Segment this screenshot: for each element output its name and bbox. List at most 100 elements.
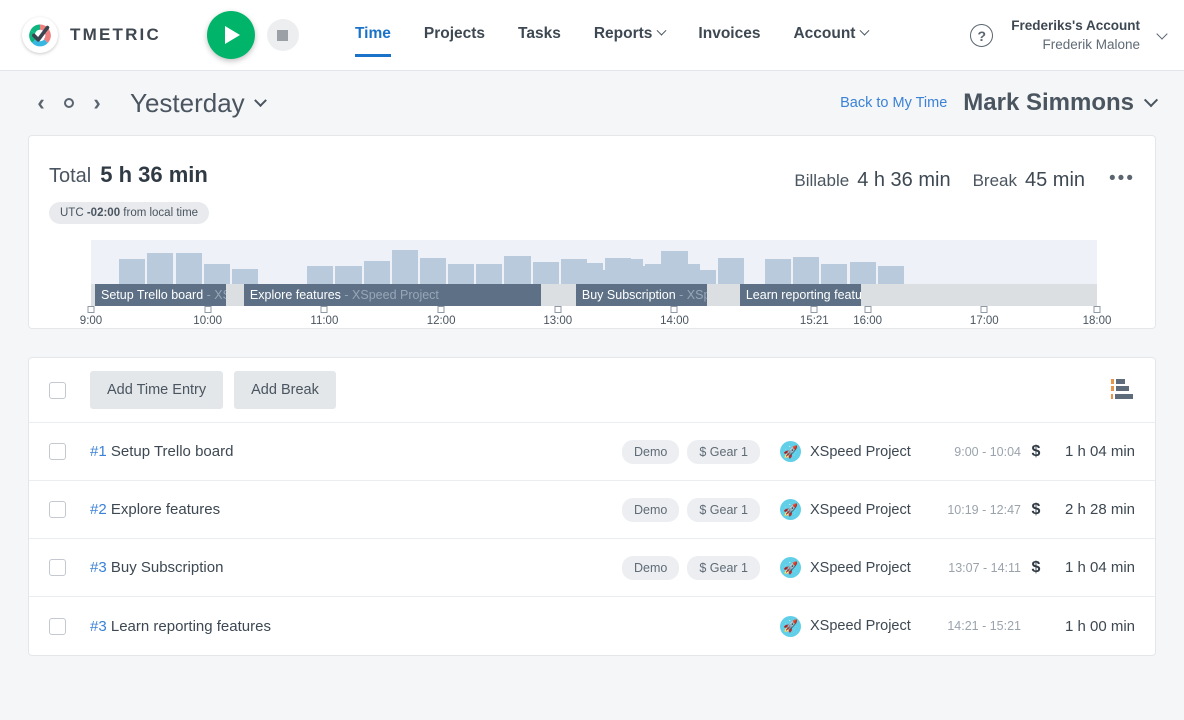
today-button[interactable]: [64, 98, 74, 108]
rocket-icon: 🚀: [780, 441, 801, 462]
entry-time-range[interactable]: 14:21 - 15:21: [943, 619, 1021, 633]
play-icon: [225, 26, 240, 44]
timeline-segment[interactable]: Buy Subscription - XSpeed Project: [576, 284, 707, 306]
timeline-tick: [671, 306, 678, 313]
next-day-button[interactable]: ›: [84, 90, 110, 116]
break-label: Break: [973, 171, 1017, 191]
entry-id-link[interactable]: #3: [90, 618, 107, 635]
timeline-tick: [88, 306, 95, 313]
entry-time-range[interactable]: 13:07 - 14:11: [943, 561, 1021, 575]
timeline-segment[interactable]: Learn reporting features: [740, 284, 861, 306]
row-meta: 🚀XSpeed Project14:21 - 15:211 h 00 min: [760, 616, 1135, 637]
entry-tags: Demo $ Gear 1: [622, 498, 760, 522]
add-break-button[interactable]: Add Break: [234, 371, 336, 409]
table-row[interactable]: #2 Explore features Demo $ Gear 1 🚀XSpeed P…: [29, 481, 1155, 539]
entry-id-link[interactable]: #2: [90, 501, 107, 518]
rocket-icon: 🚀: [780, 616, 801, 637]
timeline-tick-label: 13:00: [543, 315, 572, 327]
tag-chip[interactable]: Demo: [622, 498, 679, 522]
entry-id-link[interactable]: #3: [90, 559, 107, 576]
timeline-tick: [1094, 306, 1101, 313]
row-checkbox[interactable]: [49, 559, 66, 576]
timeline-segment-label: Explore features: [250, 288, 341, 302]
entry-time-range[interactable]: 10:19 - 12:47: [943, 503, 1021, 517]
timeline-tick-label: 14:00: [660, 315, 689, 327]
header-right: ? Frederiks's Account Frederik Malone: [970, 0, 1166, 71]
user-switcher-label: Mark Simmons: [963, 89, 1134, 117]
main-navigation: Time Projects Tasks Reports Invoices Acc…: [355, 25, 869, 46]
nav-reports-label: Reports: [594, 25, 653, 43]
time-entries-list: #1 Setup Trello boardDemo$ Gear 1🚀XSpeed…: [29, 423, 1155, 655]
timeline-tick: [981, 306, 988, 313]
table-row[interactable]: #1 Setup Trello boardDemo$ Gear 1🚀XSpeed…: [29, 423, 1155, 481]
tag-chip[interactable]: Demo: [622, 440, 679, 464]
activity-bar: [878, 266, 904, 284]
timeline-segment-project: - XSpeed Project: [341, 288, 439, 302]
utc-prefix: UTC: [60, 207, 87, 219]
chevron-down-icon[interactable]: [1156, 28, 1167, 39]
table-row[interactable]: #3 Buy SubscriptionDemo$ Gear 1🚀XSpeed P…: [29, 539, 1155, 597]
billable-indicator[interactable]: $: [1021, 443, 1051, 461]
tag-chip[interactable]: $ Gear 1: [687, 498, 760, 522]
select-all-checkbox[interactable]: [49, 382, 66, 399]
entry-title: #3 Learn reporting features: [90, 618, 271, 635]
nav-invoices[interactable]: Invoices: [698, 25, 760, 46]
activity-timeline[interactable]: Setup Trello board - XSpeed Project Explo…: [91, 240, 1097, 315]
tag-chip[interactable]: $ Gear 1: [687, 440, 760, 464]
tag-chip[interactable]: Demo: [622, 556, 679, 580]
nav-tasks[interactable]: Tasks: [518, 25, 561, 46]
nav-reports[interactable]: Reports: [594, 25, 666, 46]
activity-bar: [420, 258, 446, 284]
activity-bar: [533, 262, 559, 284]
chevron-down-icon: [1144, 93, 1158, 107]
tag-chip[interactable]: $ Gear 1: [687, 556, 760, 580]
row-checkbox[interactable]: [49, 501, 66, 518]
entry-project[interactable]: 🚀XSpeed Project: [780, 499, 943, 520]
activity-bar: [850, 262, 876, 284]
chevron-down-icon: [657, 26, 667, 36]
nav-projects[interactable]: Projects: [424, 25, 485, 46]
billable-indicator[interactable]: $: [1021, 559, 1051, 577]
nav-invoices-label: Invoices: [698, 25, 760, 43]
billable-indicator[interactable]: $: [1021, 501, 1051, 519]
timeline-tick: [554, 306, 561, 313]
brand-name: TMETRIC: [70, 25, 161, 45]
entry-project[interactable]: 🚀XSpeed Project: [780, 616, 943, 637]
stop-timer-button[interactable]: [267, 19, 299, 51]
entry-title: #2 Explore features: [90, 501, 220, 518]
entry-id-link[interactable]: #1: [90, 443, 107, 460]
nav-time-label: Time: [355, 25, 391, 43]
nav-account[interactable]: Account: [793, 25, 868, 46]
row-checkbox[interactable]: [49, 618, 66, 635]
nav-time[interactable]: Time: [355, 25, 391, 46]
entry-project[interactable]: 🚀XSpeed Project: [780, 441, 943, 462]
total-label: Total: [49, 165, 91, 188]
timeline-tick-label: 17:00: [970, 315, 999, 327]
help-icon[interactable]: ?: [970, 24, 993, 47]
status-badge: UTC -02:00 from local time: [49, 202, 209, 224]
row-checkbox[interactable]: [49, 443, 66, 460]
bar-chart-sort-icon[interactable]: [1111, 379, 1133, 402]
stop-icon: [277, 30, 288, 41]
activity-bar: [718, 258, 744, 284]
previous-day-button[interactable]: ‹: [28, 90, 54, 116]
entry-time-range[interactable]: 9:00 - 10:04: [943, 445, 1021, 459]
time-entries-card: Add Time Entry Add Break #1 Setup Trello…: [28, 357, 1156, 656]
user-switcher[interactable]: Mark Simmons: [963, 89, 1156, 117]
activity-bar: [577, 263, 603, 284]
date-picker[interactable]: Yesterday: [130, 88, 265, 119]
timeline-segment-project: - XSpeed Project: [676, 288, 707, 302]
logo[interactable]: TMETRIC: [22, 17, 161, 53]
table-row[interactable]: #3 Learn reporting features 🚀XSpeed Proje…: [29, 597, 1155, 655]
back-to-my-time-link[interactable]: Back to My Time: [840, 95, 947, 111]
add-time-entry-button[interactable]: Add Time Entry: [90, 371, 223, 409]
entry-project[interactable]: 🚀XSpeed Project: [780, 557, 943, 578]
timeline-segment[interactable]: Setup Trello board - XSpeed Project: [95, 284, 226, 306]
summary-more-menu-button[interactable]: •••: [1109, 168, 1135, 190]
start-timer-button[interactable]: [207, 11, 255, 59]
account-menu[interactable]: Frederiks's Account Frederik Malone: [1011, 17, 1140, 53]
timeline-axis-labels: 9:0010:0011:0012:0013:0014:0015:2116:001…: [91, 314, 1097, 330]
timeline-segment[interactable]: Explore features - XSpeed Project: [244, 284, 541, 306]
account-name: Frederiks's Account: [1011, 17, 1140, 35]
activity-bar: [605, 258, 631, 284]
